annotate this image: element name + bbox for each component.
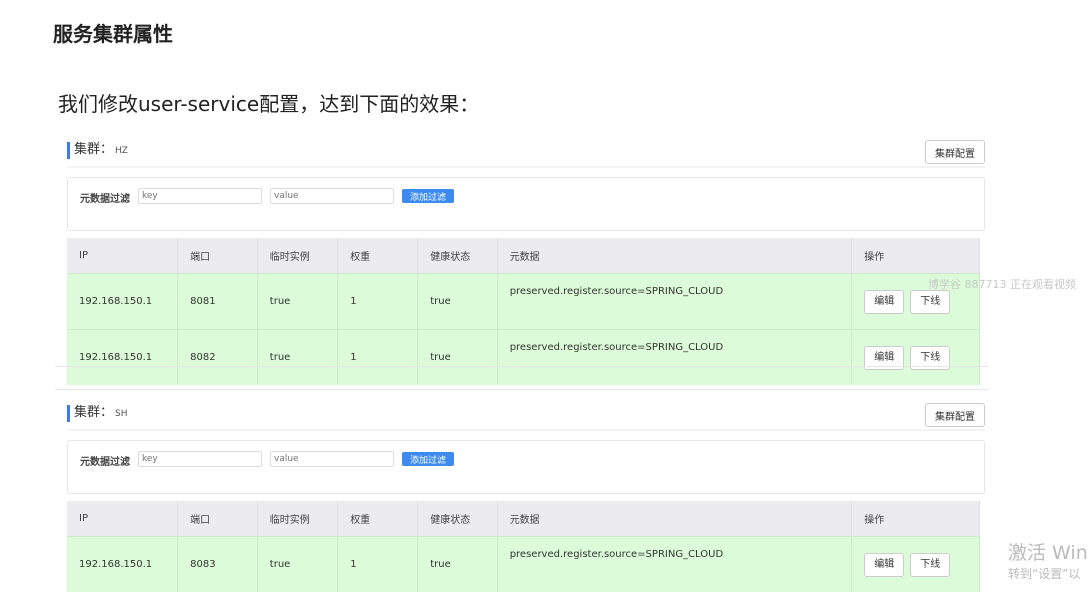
- column-header: IP: [67, 501, 178, 537]
- column-header: 元数据: [497, 238, 852, 274]
- column-header: 操作: [852, 501, 980, 537]
- cell-healthy: true: [418, 330, 497, 386]
- column-header: 临时实例: [257, 501, 337, 537]
- column-header: 端口: [178, 238, 258, 274]
- metadata-filter: 元数据过滤 添加过滤: [67, 440, 985, 494]
- column-header: 健康状态: [418, 501, 497, 537]
- cell-port: 8081: [178, 274, 258, 330]
- cell-ephemeral: true: [257, 537, 337, 592]
- cluster-config-button[interactable]: 集群配置: [925, 140, 985, 164]
- column-header: 端口: [178, 501, 258, 537]
- table-row: 192.168.150.1 8082 true 1 true preserved…: [67, 330, 980, 386]
- cell-port: 8082: [178, 330, 258, 386]
- edit-button[interactable]: 编辑: [864, 553, 904, 577]
- divider: [67, 166, 985, 168]
- windows-activation-title: 激活 Win: [1008, 538, 1088, 565]
- instance-table: IP端口临时实例权重健康状态元数据操作 192.168.150.1 8083 t…: [67, 501, 980, 592]
- cell-ephemeral: true: [257, 330, 337, 386]
- cell-metadata: preserved.register.source=SPRING_CLOUD: [497, 537, 852, 592]
- page-subtitle: 我们修改user-service配置，达到下面的效果：: [58, 88, 479, 117]
- cluster-label: 集群：: [74, 405, 113, 420]
- cell-actions: 编辑下线: [852, 537, 980, 592]
- offline-button[interactable]: 下线: [910, 553, 950, 577]
- divider: [55, 389, 988, 390]
- offline-button[interactable]: 下线: [910, 290, 950, 314]
- filter-key-input[interactable]: [138, 451, 262, 467]
- cell-metadata: preserved.register.source=SPRING_CLOUD: [497, 274, 852, 330]
- add-filter-button[interactable]: 添加过滤: [402, 189, 454, 203]
- column-header: 健康状态: [418, 238, 497, 274]
- table-row: 192.168.150.1 8081 true 1 true preserved…: [67, 274, 980, 330]
- column-header: 临时实例: [257, 238, 337, 274]
- column-header: 权重: [338, 501, 418, 537]
- cell-port: 8083: [178, 537, 258, 592]
- column-header: 操作: [852, 238, 980, 274]
- column-header: 元数据: [497, 501, 852, 537]
- cell-weight: 1: [338, 330, 418, 386]
- cell-weight: 1: [338, 274, 418, 330]
- cell-ip: 192.168.150.1: [67, 274, 178, 330]
- cluster-header: 集群：HZ: [67, 142, 128, 159]
- divider: [55, 366, 988, 367]
- metadata-filter: 元数据过滤 添加过滤: [67, 177, 985, 231]
- cell-actions: 编辑下线: [852, 330, 980, 386]
- cluster-name: HZ: [115, 146, 128, 156]
- cell-metadata: preserved.register.source=SPRING_CLOUD: [497, 330, 852, 386]
- instance-table: IP端口临时实例权重健康状态元数据操作 192.168.150.1 8081 t…: [67, 238, 980, 385]
- divider: [67, 429, 985, 431]
- table-row: 192.168.150.1 8083 true 1 true preserved…: [67, 537, 980, 592]
- cluster-name: SH: [115, 409, 127, 419]
- table-header: IP端口临时实例权重健康状态元数据操作: [67, 238, 980, 274]
- filter-value-input[interactable]: [270, 451, 394, 467]
- cell-weight: 1: [338, 537, 418, 592]
- filter-label: 元数据过滤: [80, 190, 130, 205]
- cluster-label: 集群：: [74, 142, 113, 157]
- cell-ephemeral: true: [257, 274, 337, 330]
- page-title: 服务集群属性: [53, 18, 173, 47]
- filter-key-input[interactable]: [138, 188, 262, 204]
- cluster-header: 集群：SH: [67, 405, 128, 422]
- cell-ip: 192.168.150.1: [67, 330, 178, 386]
- cell-healthy: true: [418, 537, 497, 592]
- column-header: IP: [67, 238, 178, 274]
- watermark: 博学谷 887713 正在观看视频: [928, 276, 1076, 292]
- cell-ip: 192.168.150.1: [67, 537, 178, 592]
- windows-activation-text: 转到“设置”以: [1008, 565, 1080, 582]
- cell-healthy: true: [418, 274, 497, 330]
- column-header: 权重: [338, 238, 418, 274]
- add-filter-button[interactable]: 添加过滤: [402, 452, 454, 466]
- edit-button[interactable]: 编辑: [864, 290, 904, 314]
- cluster-config-button[interactable]: 集群配置: [925, 403, 985, 427]
- filter-value-input[interactable]: [270, 188, 394, 204]
- filter-label: 元数据过滤: [80, 453, 130, 468]
- table-header: IP端口临时实例权重健康状态元数据操作: [67, 501, 980, 537]
